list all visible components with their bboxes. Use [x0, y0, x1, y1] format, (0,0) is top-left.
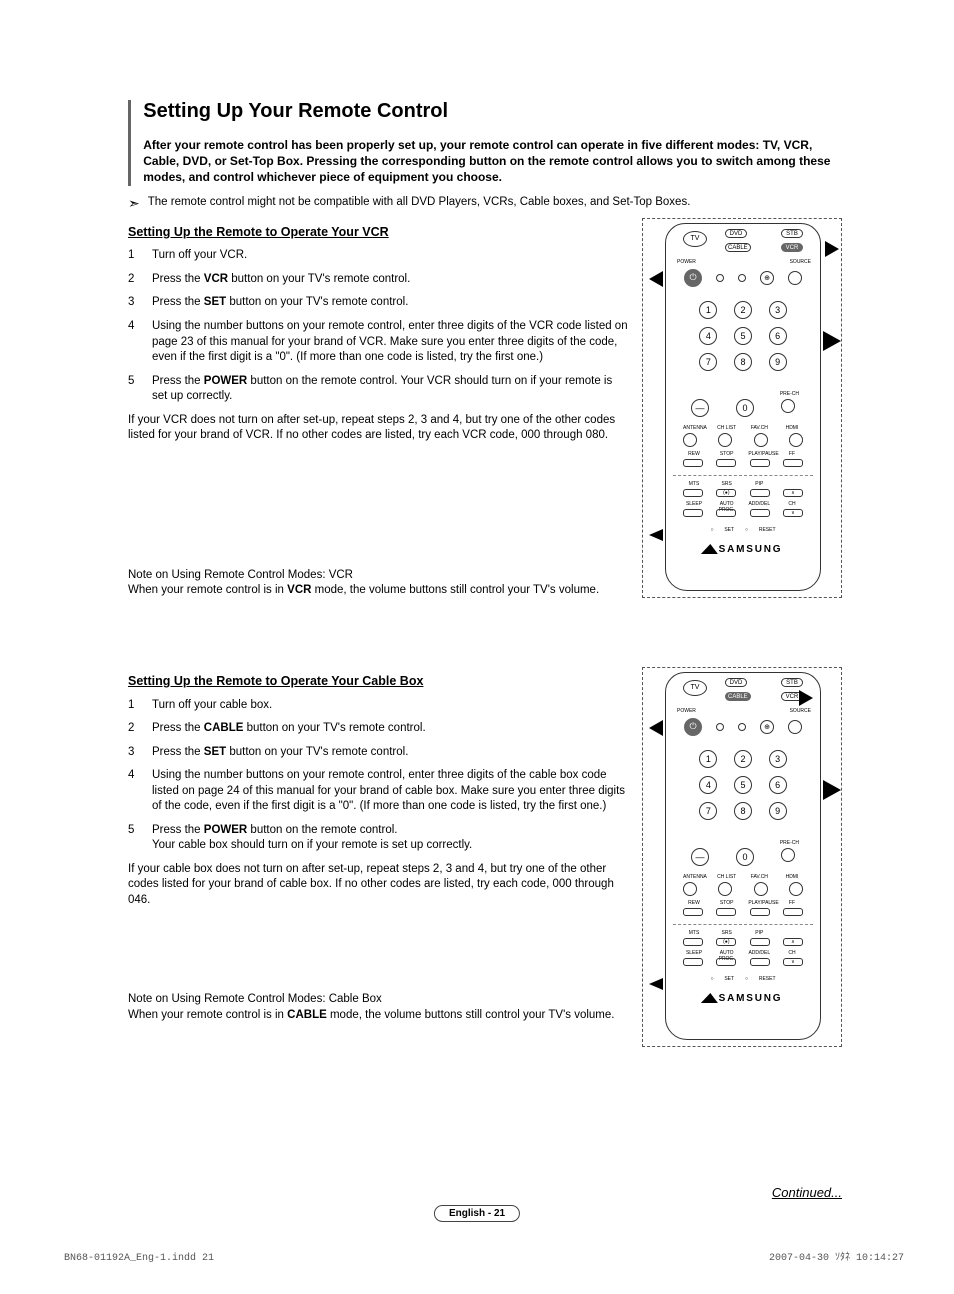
compat-note-text: The remote control might not be compatib… [148, 196, 691, 208]
cable-step-2: Press the CABLE button on your TV's remo… [152, 721, 426, 737]
arrow-set-icon-2 [649, 978, 663, 990]
prech-button [781, 399, 795, 413]
imprint-left: BN68-01192A_Eng-1.indd 21 [64, 1253, 214, 1264]
cable-steps: 1Turn off your cable box. 2Press the CAB… [128, 698, 628, 854]
remote-diagram-vcr: TV DVD STB CABLE VCR POWER SOURCE ⏻ ⊕ [642, 218, 842, 598]
vcr-step-2: Press the VCR button on your TV's remote… [152, 272, 410, 288]
page-number: English - 21 [434, 1205, 520, 1222]
vcr-step-5: Press the POWER button on the remote con… [152, 374, 628, 405]
section-vcr: Setting Up the Remote to Operate Your VC… [128, 224, 842, 599]
brand: SAMSUNG [719, 544, 783, 555]
compat-note: ➣ The remote control might not be compat… [128, 196, 842, 210]
cable-step-3: Press the SET button on your TV's remote… [152, 745, 408, 761]
cable-step-5: Press the POWER button on the remote con… [152, 823, 472, 854]
arrow-cable-icon [799, 690, 813, 706]
title-block: Setting Up Your Remote Control After you… [128, 100, 842, 186]
page-title: Setting Up Your Remote Control [143, 100, 842, 123]
section-vcr-title: Setting Up the Remote to Operate Your VC… [128, 224, 628, 241]
arrow-icon: ➣ [128, 196, 140, 210]
vcr-step-3: Press the SET button on your TV's remote… [152, 295, 408, 311]
blank-button [788, 271, 802, 285]
source-label: SOURCE [790, 259, 811, 265]
cable-mode-button: CABLE [725, 243, 751, 252]
arrow-vcr-icon [825, 241, 839, 257]
vcr-mode-button-highlighted: VCR [781, 243, 803, 252]
intro-text: After your remote control has been prope… [143, 137, 842, 186]
arrow-power-icon [649, 271, 663, 287]
power-button-highlighted: ⏻ [684, 269, 702, 287]
arrow-numpad-icon-2 [823, 780, 841, 800]
vcr-step-1: Turn off your VCR. [152, 248, 247, 264]
cable-step-1: Turn off your cable box. [152, 698, 272, 714]
numpad: 123 456 789 [691, 301, 795, 371]
cable-step-4: Using the number buttons on your remote … [152, 768, 628, 815]
continued-label: Continued... [772, 1185, 842, 1200]
vcr-note-body: When your remote control is in VCR mode,… [128, 583, 628, 599]
imprint-right: 2007-04-30 ｿﾀﾈ 10:14:27 [769, 1248, 904, 1264]
cable-note-title: Note on Using Remote Control Modes: Cabl… [128, 992, 628, 1008]
arrow-set-icon [649, 529, 663, 541]
vcr-step-4: Using the number buttons on your remote … [152, 319, 628, 366]
stb-mode-button: STB [781, 229, 803, 238]
title-bar [128, 100, 131, 186]
source-button: ⊕ [760, 271, 774, 285]
power-button-highlighted-2: ⏻ [684, 718, 702, 736]
section-cable: Setting Up the Remote to Operate Your Ca… [128, 673, 842, 1024]
section-cable-title: Setting Up the Remote to Operate Your Ca… [128, 673, 628, 690]
cable-fallback: If your cable box does not turn on after… [128, 862, 628, 909]
vcr-note-title: Note on Using Remote Control Modes: VCR [128, 568, 628, 584]
power-label: POWER [677, 259, 696, 265]
vcr-steps: 1Turn off your VCR. 2Press the VCR butto… [128, 248, 628, 404]
vcr-fallback: If your VCR does not turn on after set-u… [128, 413, 628, 444]
dot1 [716, 274, 724, 282]
tv-mode-button-2: TV [683, 680, 707, 696]
dvd-mode-button: DVD [725, 229, 747, 238]
cable-mode-button-highlighted: CABLE [725, 692, 751, 701]
dot2 [738, 274, 746, 282]
arrow-power-icon-2 [649, 720, 663, 736]
arrow-numpad-icon [823, 331, 841, 351]
remote-diagram-cable: TV DVD STB CABLE VCR POWER SOURCE ⏻ ⊕ 12 [642, 667, 842, 1047]
tv-mode-button: TV [683, 231, 707, 247]
cable-note-body: When your remote control is in CABLE mod… [128, 1008, 628, 1024]
